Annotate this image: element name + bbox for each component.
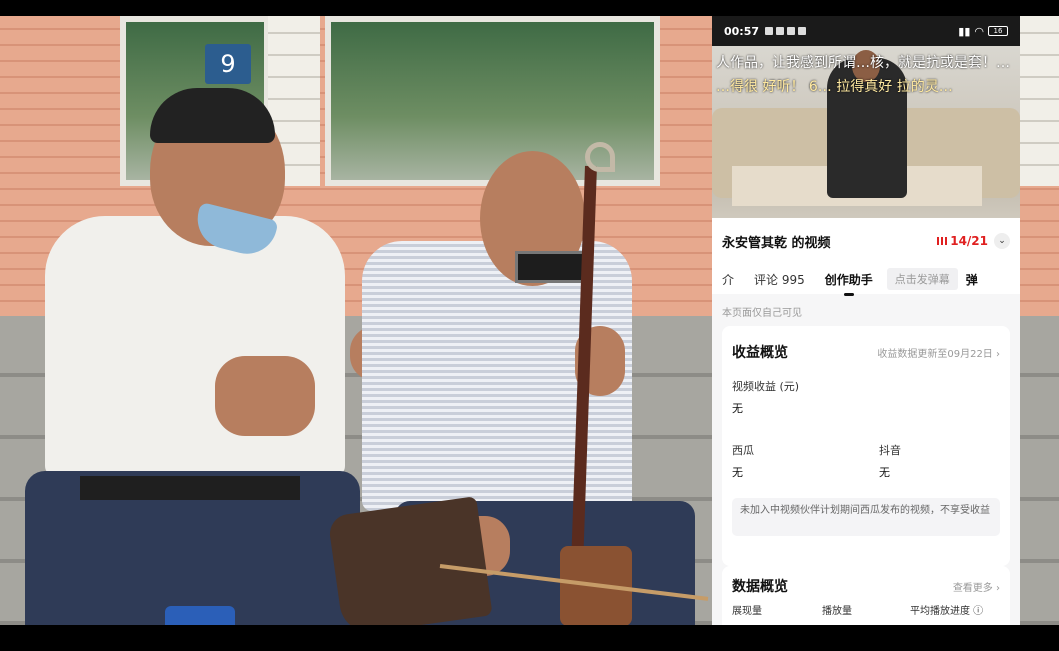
phone-panel: 00:57 ▮▮ ◠ 16 人作品，让我感到所谓…核，就是抗或是套！… …得很 … bbox=[712, 16, 1020, 625]
douyin-label: 抖音 bbox=[879, 444, 901, 457]
status-time: 00:57 bbox=[724, 24, 760, 38]
counter-text: 14/21 bbox=[950, 234, 988, 248]
xigua-value: 无 bbox=[732, 466, 743, 479]
video-income-label: 视频收益 (元) bbox=[732, 380, 800, 393]
tab-bar: 介 评论 995 创作助手 点击发弹幕 弹 bbox=[712, 264, 1020, 296]
playing-bars-icon bbox=[937, 237, 948, 245]
man-left-shirt bbox=[45, 216, 345, 476]
plays-label: 播放量 bbox=[822, 606, 852, 617]
tab-intro[interactable]: 介 bbox=[712, 271, 744, 288]
playlist-counter[interactable]: 14/21 bbox=[937, 234, 988, 248]
video-title-bar: 永安管其乾 的视频 14/21 ⌄ bbox=[712, 218, 1020, 264]
belt bbox=[80, 476, 300, 500]
battery-icon: 16 bbox=[988, 26, 1008, 36]
danmu-line-1: 人作品，让我感到所谓…核，就是抗或是套！… bbox=[716, 55, 1010, 71]
income-update-link[interactable]: 收益数据更新至09月22日 › bbox=[877, 345, 1000, 360]
video-title: 永安管其乾 的视频 bbox=[722, 235, 831, 251]
xigua-label: 西瓜 bbox=[732, 444, 754, 457]
wifi-icon: ◠ bbox=[974, 24, 984, 38]
video-income-value: 无 bbox=[732, 402, 743, 415]
tile-pillar-right bbox=[1020, 16, 1059, 186]
shoulder-bag bbox=[327, 496, 493, 625]
data-title: 数据概览 bbox=[732, 579, 788, 595]
chevron-down-icon[interactable]: ⌄ bbox=[994, 233, 1010, 249]
data-overview-card: 数据概览 查看更多 › 展现量 播放量 平均播放进度 ⓘ bbox=[722, 566, 1010, 625]
bottom-black-bar bbox=[0, 625, 1059, 651]
status-right: ▮▮ ◠ 16 bbox=[958, 25, 1008, 38]
number-sign: 9 bbox=[205, 44, 251, 84]
status-bar: 00:57 ▮▮ ◠ 16 bbox=[712, 16, 1020, 46]
video-player[interactable]: 人作品，让我感到所谓…核，就是抗或是套！… …得很 好听！ 6… 拉得真好 拉的… bbox=[712, 46, 1020, 218]
danmu-input[interactable]: 点击发弹幕 bbox=[886, 268, 958, 290]
signal-icon: ▮▮ bbox=[958, 24, 971, 38]
tab-comments[interactable]: 评论 995 bbox=[744, 271, 815, 288]
danmu-toggle-icon[interactable]: 弹 bbox=[966, 271, 978, 288]
income-tip: 未加入中视频伙伴计划期间西瓜发布的视频，不享受收益 bbox=[732, 498, 1000, 536]
dark-glasses bbox=[515, 251, 585, 283]
notification-icons bbox=[765, 27, 807, 35]
income-card: 收益概览 收益数据更新至09月22日 › 视频收益 (元) 无 西瓜 无 抖音 … bbox=[722, 326, 1010, 566]
man-left-hand bbox=[215, 356, 315, 436]
danmu-line-2: …得很 好听！ 6… 拉得真好 拉的灵… bbox=[716, 79, 953, 95]
douyin-value: 无 bbox=[879, 466, 890, 479]
erhu-scroll bbox=[585, 142, 615, 172]
income-title: 收益概览 bbox=[732, 345, 788, 361]
private-note: 本页面仅自己可见 bbox=[722, 308, 802, 319]
view-more-link[interactable]: 查看更多 › bbox=[953, 579, 1000, 594]
avg-progress-label: 平均播放进度 ⓘ bbox=[910, 606, 984, 617]
tab-creator-assistant[interactable]: 创作助手 bbox=[815, 271, 883, 296]
impressions-label: 展现量 bbox=[732, 606, 762, 617]
blue-stool bbox=[165, 606, 235, 625]
